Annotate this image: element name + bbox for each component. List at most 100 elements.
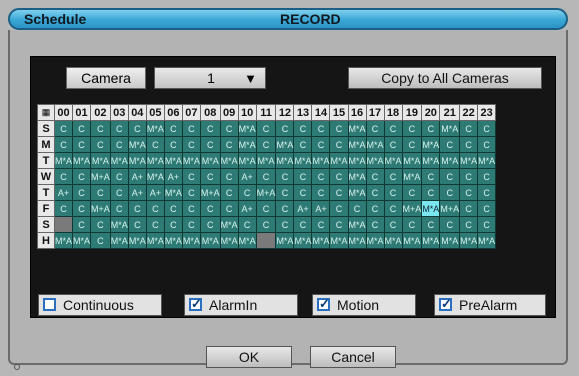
schedule-cell[interactable]: M+A [199, 184, 221, 201]
hour-header[interactable]: 11 [255, 104, 277, 121]
camera-label[interactable]: Camera [66, 67, 146, 89]
schedule-cell[interactable]: C [127, 200, 147, 217]
schedule-cell[interactable]: M*A [72, 152, 92, 169]
schedule-cell[interactable]: M*A [275, 152, 295, 169]
schedule-cell[interactable]: A+ [237, 168, 257, 185]
schedule-cell[interactable]: C [311, 136, 331, 153]
schedule-cell[interactable]: C [311, 168, 331, 185]
camera-number-spinner[interactable]: 1 ▼ [154, 67, 266, 89]
schedule-cell[interactable]: M*A [477, 152, 497, 169]
schedule-cell[interactable]: C [127, 216, 147, 233]
schedule-cell[interactable]: A+ [127, 168, 147, 185]
schedule-cell[interactable]: C [477, 136, 497, 153]
schedule-cell[interactable]: C [365, 184, 385, 201]
hour-header[interactable]: 23 [477, 104, 497, 121]
schedule-cell[interactable]: C [109, 120, 129, 137]
schedule-cell[interactable]: M*A [275, 232, 295, 249]
schedule-cell[interactable]: M*A [199, 232, 221, 249]
schedule-cell[interactable]: C [53, 168, 74, 185]
schedule-cell[interactable]: C [329, 200, 349, 217]
hour-header[interactable]: 15 [329, 104, 349, 121]
day-header[interactable]: M [37, 136, 55, 153]
schedule-cell[interactable]: M*A [163, 184, 183, 201]
schedule-cell[interactable]: C [439, 168, 461, 185]
schedule-cell[interactable]: C [421, 120, 441, 137]
schedule-cell[interactable]: M*A [145, 152, 165, 169]
schedule-cell[interactable]: M*A [219, 152, 239, 169]
schedule-cell[interactable]: C [329, 216, 349, 233]
schedule-cell[interactable]: M*A [199, 152, 221, 169]
camera-selector[interactable]: Camera [66, 67, 146, 89]
schedule-cell[interactable]: C [329, 184, 349, 201]
schedule-cell[interactable]: C [53, 200, 74, 217]
schedule-cell[interactable]: M*A [53, 152, 74, 169]
schedule-cell[interactable]: C [383, 216, 403, 233]
schedule-cell[interactable]: M*A [421, 136, 441, 153]
schedule-cell[interactable]: M*A [329, 152, 349, 169]
schedule-cell[interactable]: C [199, 216, 221, 233]
schedule-cell[interactable]: C [477, 168, 497, 185]
hour-header[interactable]: 07 [181, 104, 201, 121]
schedule-cell[interactable]: C [275, 184, 295, 201]
schedule-cell[interactable]: M*A [347, 136, 367, 153]
hour-header[interactable]: 18 [383, 104, 403, 121]
schedule-cell[interactable]: C [53, 136, 74, 153]
schedule-cell[interactable]: C [365, 120, 385, 137]
schedule-cell[interactable]: M*A [237, 152, 257, 169]
schedule-cell[interactable]: M+A [90, 200, 111, 217]
schedule-cell[interactable]: C [219, 200, 239, 217]
hour-header[interactable]: 19 [401, 104, 423, 121]
day-header[interactable]: T [37, 184, 55, 201]
schedule-cell[interactable]: C [145, 200, 165, 217]
schedule-cell[interactable]: M*A [401, 152, 423, 169]
grid-corner-icon[interactable]: ▦ [37, 104, 55, 121]
schedule-cell[interactable]: C [477, 216, 497, 233]
schedule-cell[interactable]: C [439, 216, 461, 233]
hour-header[interactable]: 20 [421, 104, 441, 121]
schedule-cell[interactable]: C [439, 136, 461, 153]
schedule-cell[interactable]: C [255, 120, 277, 137]
schedule-cell[interactable]: C [163, 200, 183, 217]
day-header[interactable]: T [37, 152, 55, 169]
schedule-cell[interactable]: C [199, 120, 221, 137]
schedule-cell[interactable]: C [163, 120, 183, 137]
schedule-cell[interactable]: A+ [53, 184, 74, 201]
schedule-cell[interactable]: C [275, 216, 295, 233]
schedule-cell[interactable]: M*A [237, 232, 257, 249]
schedule-cell[interactable]: C [181, 168, 201, 185]
schedule-cell[interactable]: C [127, 120, 147, 137]
schedule-cell[interactable]: C [329, 168, 349, 185]
schedule-cell[interactable]: M*A [383, 152, 403, 169]
schedule-cell[interactable]: C [329, 120, 349, 137]
schedule-cell[interactable]: C [219, 120, 239, 137]
hour-header[interactable]: 17 [365, 104, 385, 121]
ok-button[interactable]: OK [206, 346, 292, 368]
schedule-cell[interactable]: C [109, 200, 129, 217]
schedule-cell[interactable]: C [72, 136, 92, 153]
schedule-cell[interactable]: C [293, 136, 313, 153]
schedule-cell[interactable]: C [237, 184, 257, 201]
schedule-cell[interactable]: C [477, 184, 497, 201]
hour-header[interactable]: 02 [90, 104, 111, 121]
schedule-cell[interactable]: C [459, 216, 479, 233]
hour-header[interactable]: 06 [163, 104, 183, 121]
schedule-cell[interactable]: C [477, 120, 497, 137]
schedule-cell[interactable]: M*A [255, 152, 277, 169]
schedule-cell[interactable]: C [365, 216, 385, 233]
schedule-cell[interactable]: M*A [163, 232, 183, 249]
hour-header[interactable]: 03 [109, 104, 129, 121]
schedule-cell[interactable]: C [199, 136, 221, 153]
schedule-cell[interactable]: M*A [347, 184, 367, 201]
schedule-cell[interactable]: C [90, 184, 111, 201]
schedule-cell[interactable]: C [275, 200, 295, 217]
schedule-cell[interactable]: C [311, 184, 331, 201]
schedule-cell[interactable]: C [347, 200, 367, 217]
schedule-cell[interactable]: C [109, 136, 129, 153]
schedule-cell[interactable]: M*A [181, 152, 201, 169]
schedule-cell[interactable]: C [181, 200, 201, 217]
schedule-cell[interactable]: M*A [127, 136, 147, 153]
hour-header[interactable]: 10 [237, 104, 257, 121]
schedule-cell[interactable]: M*A [109, 216, 129, 233]
day-header[interactable]: S [37, 120, 55, 137]
copy-to-all-button[interactable]: Copy to All Cameras [348, 67, 542, 89]
